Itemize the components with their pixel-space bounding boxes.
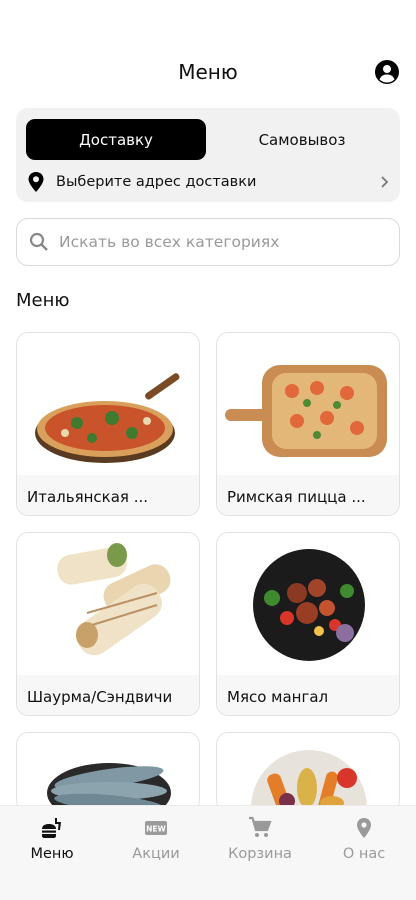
roman-pizza-image [217, 333, 399, 478]
cart-icon [249, 816, 272, 837]
nav-menu[interactable]: Меню [0, 816, 104, 862]
location-pin-icon [357, 818, 371, 838]
nav-label: Корзина [228, 846, 292, 862]
fish-image [17, 733, 199, 811]
bottom-navigation: Меню NEW Акции Корзина О нас [0, 805, 416, 900]
delivery-tab[interactable]: Доставку [26, 119, 206, 160]
search-icon [29, 232, 48, 251]
vegetables-image [217, 733, 399, 811]
category-card[interactable]: Итальянская ... [16, 332, 200, 516]
nav-promotions[interactable]: NEW Акции [104, 816, 208, 862]
category-card[interactable] [16, 732, 200, 812]
chevron-right-icon [381, 176, 389, 188]
address-prompt: Выберите адрес доставки [56, 174, 257, 190]
nav-label: О нас [342, 846, 386, 862]
svg-text:NEW: NEW [146, 825, 166, 834]
category-label: Шаурма/Сэндвичи [27, 688, 173, 706]
search-input[interactable]: Искать во всех категориях [16, 218, 400, 266]
new-badge-icon: NEW [145, 821, 167, 835]
category-card[interactable]: Шаурма/Сэндвичи [16, 532, 200, 716]
category-card[interactable]: Мясо мангал [216, 532, 400, 716]
page-title: Меню [178, 60, 238, 84]
pizza-image [17, 333, 199, 478]
section-title: Меню [16, 290, 70, 311]
category-card[interactable] [216, 732, 400, 812]
category-label: Итальянская ... [27, 488, 149, 506]
pickup-tab[interactable]: Самовывоз [214, 119, 390, 160]
fastfood-icon [42, 818, 61, 838]
category-card[interactable]: Римская пицца ... [216, 332, 400, 516]
delivery-card: Доставку Самовывоз Выберите адрес достав… [16, 108, 400, 202]
address-selector[interactable]: Выберите адрес доставки [26, 170, 392, 194]
app-header: Меню [0, 0, 416, 108]
shawarma-image [17, 533, 199, 678]
category-label: Римская пицца ... [227, 488, 366, 506]
location-pin-icon [28, 172, 44, 192]
category-label: Мясо мангал [227, 688, 329, 706]
nav-label: Акции [132, 846, 180, 862]
account-circle-icon[interactable] [375, 60, 399, 84]
nav-about[interactable]: О нас [312, 816, 416, 862]
search-placeholder: Искать во всех категориях [59, 233, 280, 251]
nav-label: Меню [30, 846, 74, 862]
grilled-meat-image [217, 533, 399, 678]
nav-cart[interactable]: Корзина [208, 816, 312, 862]
